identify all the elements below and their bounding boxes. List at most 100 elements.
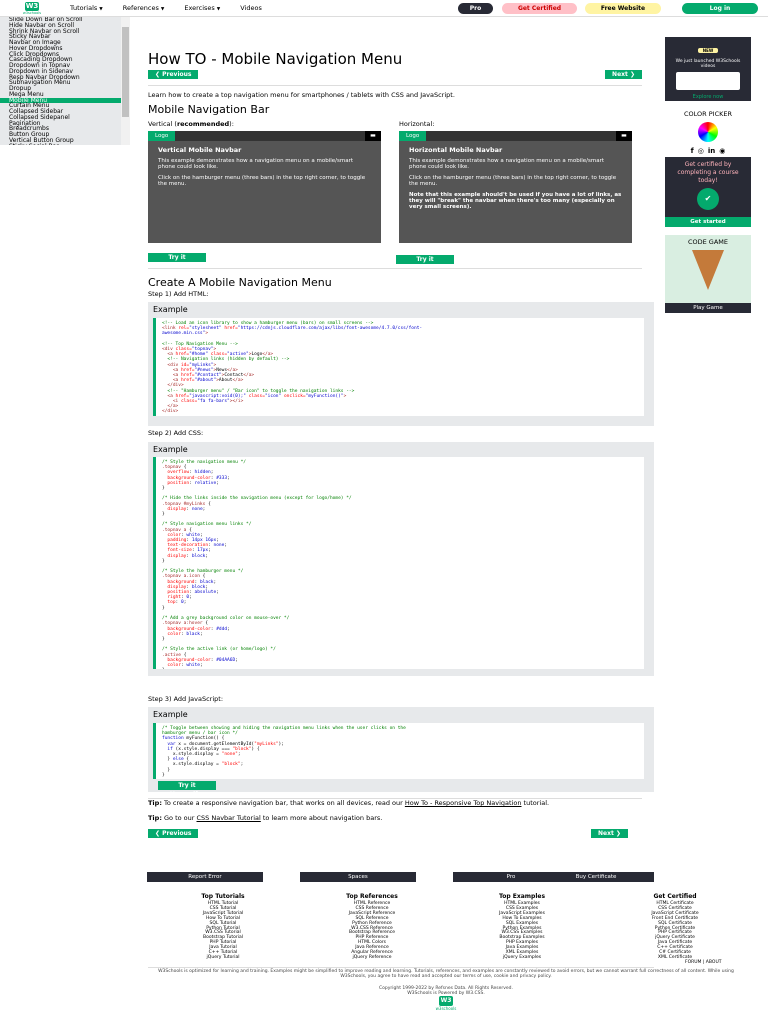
demo-logo-link[interactable]: Logo bbox=[148, 131, 176, 141]
code-token: "#about" bbox=[194, 378, 217, 384]
code-line: </div> bbox=[162, 409, 638, 414]
sidebar-scrollbar[interactable] bbox=[121, 17, 130, 145]
free-website-button[interactable]: Free Website bbox=[585, 3, 661, 14]
caret-down-icon: ▼ bbox=[216, 7, 221, 12]
tip-navbar: Tip: Go to our CSS Navbar Tutorial to le… bbox=[148, 814, 642, 822]
code-token: "fa fa-bars" bbox=[197, 399, 230, 405]
spaces-button[interactable]: Spaces bbox=[300, 872, 416, 882]
videos-ad[interactable]: NEW We just launched W3Schools videos Ex… bbox=[665, 37, 751, 101]
tip-label: Tip: bbox=[148, 814, 162, 822]
code-token: absolute bbox=[194, 590, 217, 596]
vertical-demo-panel: Logo ▬ Vertical Mobile Navbar This examp… bbox=[148, 131, 381, 243]
divider bbox=[148, 268, 642, 269]
nav-references-label: References bbox=[122, 4, 159, 12]
code-token: ; bbox=[183, 600, 187, 606]
try-it-vertical-button[interactable]: Try it Yourself » bbox=[148, 253, 206, 270]
instagram-icon[interactable]: ◎ bbox=[698, 147, 704, 155]
previous-button-bottom[interactable]: ❮ Previous bbox=[148, 829, 199, 838]
w3schools-logo[interactable]: W3 w3schools bbox=[12, 0, 52, 17]
footer-link[interactable]: jQuery Examples bbox=[467, 955, 577, 961]
hamburger-icon[interactable]: ▬ bbox=[365, 131, 381, 141]
nav-exercises-label: Exercises bbox=[184, 4, 215, 12]
nav-videos[interactable]: Videos bbox=[230, 4, 272, 12]
color-picker-box[interactable]: COLOR PICKER f ◎ in ◉ bbox=[665, 110, 751, 155]
footer-logo-text: w3schools bbox=[435, 1006, 457, 1011]
code-token: ; bbox=[224, 543, 228, 549]
example-heading: Example bbox=[153, 305, 188, 314]
footer-column-title: Get Certified bbox=[653, 893, 697, 900]
vertical-demo-p1: This example demonstrates how a navigati… bbox=[158, 158, 353, 170]
footer-link[interactable]: jQuery Tutorial bbox=[168, 955, 278, 961]
code-token: ></i> bbox=[229, 399, 244, 405]
try-it-js-button[interactable]: Try it Yourself » bbox=[158, 781, 216, 798]
get-certified-text: Get certified by completing a course tod… bbox=[677, 161, 739, 184]
footer-link[interactable]: jQuery Reference bbox=[317, 955, 427, 961]
code-token: relative bbox=[194, 480, 217, 486]
code-game-label: CODE GAME bbox=[687, 238, 729, 246]
code-token: ; bbox=[227, 626, 230, 632]
code-token: ; bbox=[199, 662, 203, 668]
code-token: white bbox=[186, 662, 200, 668]
code-token: "none" bbox=[221, 752, 238, 758]
footer-logo[interactable]: W3 w3schools bbox=[431, 996, 461, 1011]
nav-exercises[interactable]: Exercises ▼ bbox=[174, 4, 230, 12]
forum-about-links[interactable]: FORUM | ABOUT bbox=[685, 960, 721, 965]
example-js-box: Example /* Toggle between showing and hi… bbox=[148, 707, 654, 792]
left-sidebar: Slide Down Bar on Scroll Hide Navbar on S… bbox=[0, 17, 130, 145]
footer-column-title: Top Examples bbox=[498, 893, 546, 900]
nav-references[interactable]: References ▼ bbox=[113, 4, 175, 12]
login-button[interactable]: Log in bbox=[682, 3, 758, 14]
vertical-demo-p2: Click on the hamburger menu (three bars)… bbox=[158, 175, 366, 187]
previous-button[interactable]: ❮ Previous bbox=[148, 70, 199, 79]
vertical-label-pre: Vertical ( bbox=[148, 120, 177, 128]
code-token: color bbox=[162, 631, 181, 637]
next-button[interactable]: Next ❯ bbox=[605, 70, 642, 79]
new-badge: NEW bbox=[697, 48, 719, 53]
css-code-block: /* Style the navigation menu */.topnav {… bbox=[153, 457, 644, 669]
linkedin-icon[interactable]: in bbox=[708, 147, 715, 155]
buy-certificate-button[interactable]: Buy Certificate bbox=[538, 872, 654, 882]
logo-mark: W3 bbox=[25, 1, 39, 11]
top-navigation-bar: W3 w3schools Tutorials ▼ References ▼ Exer… bbox=[0, 0, 768, 17]
report-error-button[interactable]: Report Error bbox=[147, 872, 263, 882]
footer-column: Top Examples HTML Examples CSS Examples Jav… bbox=[467, 893, 577, 961]
code-token: ; bbox=[202, 506, 206, 512]
hamburger-icon[interactable]: ▬ bbox=[616, 131, 632, 141]
code-token: href= bbox=[221, 326, 238, 332]
footer-buttons: Report Error Spaces Pro Buy Certificate bbox=[147, 872, 654, 882]
code-token: </div> bbox=[162, 409, 179, 415]
try-it-horizontal-button[interactable]: Try it Yourself » bbox=[396, 255, 454, 272]
code-line: } bbox=[162, 668, 638, 669]
html-code-block: <!-- Load an icon library to show a hamb… bbox=[153, 318, 644, 416]
tip-link-css-navbar[interactable]: CSS Navbar Tutorial bbox=[197, 814, 261, 822]
get-certified-button[interactable]: Get Certified bbox=[502, 3, 577, 14]
vertical-label-bold: recommended bbox=[176, 120, 230, 128]
code-token: none bbox=[191, 506, 203, 512]
certificate-badge-icon: ✔ bbox=[697, 188, 719, 210]
code-line: } bbox=[162, 773, 638, 778]
code-token: "myFunction()" bbox=[305, 393, 344, 399]
step3-label: Step 3) Add JavaScript: bbox=[148, 695, 224, 703]
vertical-demo-title: Vertical Mobile Navbar bbox=[158, 146, 242, 154]
facebook-icon[interactable]: f bbox=[691, 147, 694, 155]
pro-button[interactable]: Pro bbox=[458, 3, 493, 14]
discord-icon[interactable]: ◉ bbox=[719, 147, 725, 155]
code-token: ; bbox=[199, 631, 203, 637]
demo-topnav: Logo ▬ bbox=[399, 131, 632, 141]
explore-now-link[interactable]: Explore now bbox=[665, 94, 751, 100]
get-certified-ad[interactable]: Get certified by completing a course tod… bbox=[665, 157, 751, 227]
next-button-bottom[interactable]: Next ❯ bbox=[591, 829, 628, 838]
tip-link-responsive-topnav[interactable]: How To - Responsive Top Navigation bbox=[405, 799, 522, 807]
demo-logo-link[interactable]: Logo bbox=[399, 131, 427, 141]
horizontal-demo-title: Horizontal Mobile Navbar bbox=[409, 146, 503, 154]
horizontal-demo-p1: This example demonstrates how a navigati… bbox=[409, 158, 604, 170]
code-token: none bbox=[213, 543, 225, 549]
code-game-ad[interactable]: CODE GAME Play Game bbox=[665, 235, 751, 313]
footer-column: Get Certified HTML Certificate CSS Certifi… bbox=[620, 893, 730, 961]
logo-text: w3schools bbox=[22, 10, 42, 15]
get-started-button[interactable]: Get started bbox=[665, 217, 751, 227]
nav-tutorials[interactable]: Tutorials ▼ bbox=[60, 4, 113, 12]
play-game-button[interactable]: Play Game bbox=[665, 303, 751, 313]
sidebar-scrollbar-thumb[interactable] bbox=[122, 27, 129, 117]
code-token: { bbox=[208, 501, 211, 507]
